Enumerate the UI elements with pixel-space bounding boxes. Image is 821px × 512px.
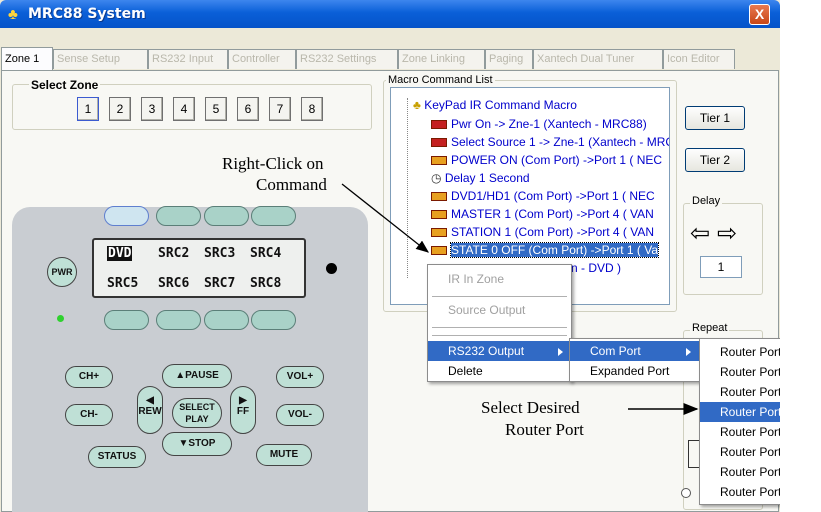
arrow-to-command — [341, 183, 430, 253]
annotation-arrows — [341, 183, 699, 415]
main-window: ♣ MRC88 System X Zone 1 Sense Setup RS23… — [0, 0, 780, 512]
